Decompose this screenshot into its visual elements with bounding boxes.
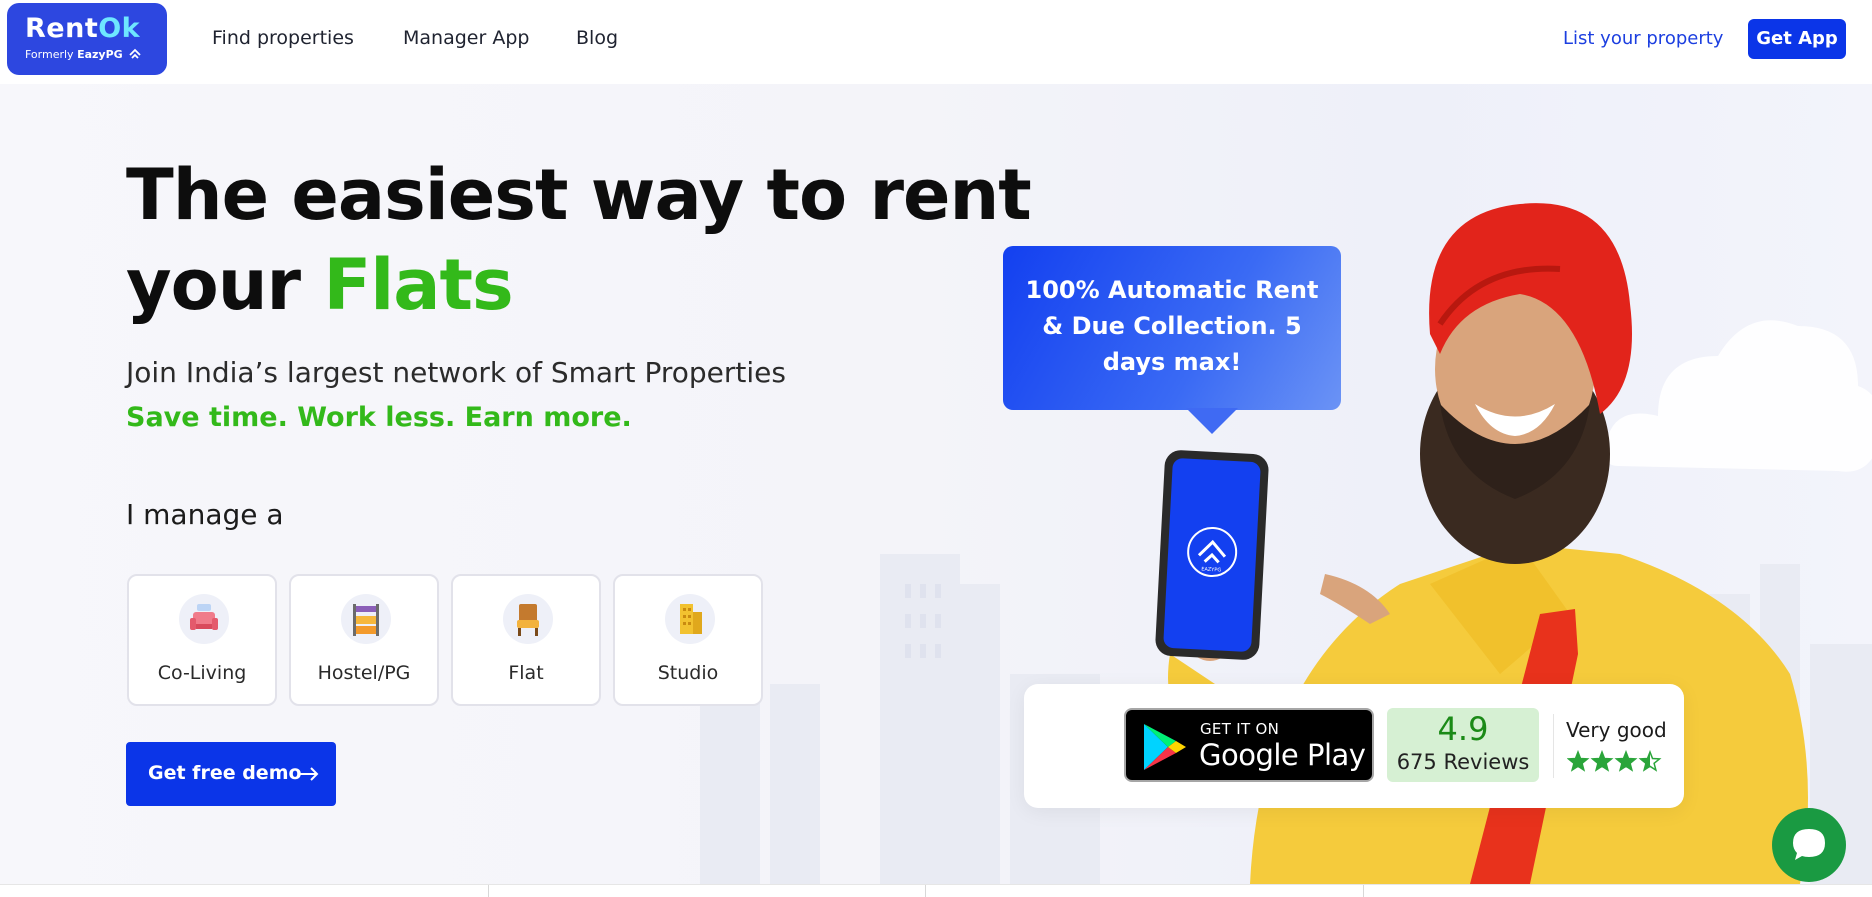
hero-title-line2-prefix: your: [126, 244, 324, 326]
phone-screen: EAZYPG: [1163, 457, 1261, 653]
google-play-icon: [1144, 724, 1186, 770]
bottom-stats-strip: [0, 884, 1872, 897]
star-icon: [1614, 750, 1638, 772]
property-type-flat[interactable]: Flat: [451, 574, 601, 706]
app-rating-card: GET IT ON Google Play 4.9 675 Reviews Ve…: [1024, 684, 1684, 808]
nav-manager-app[interactable]: Manager App: [403, 27, 529, 49]
nav-find-properties[interactable]: Find properties: [212, 27, 354, 49]
star-icon: [1567, 750, 1590, 772]
site-header: RentOk Formerly EazyPG Find properties M…: [0, 0, 1872, 84]
list-your-property-link[interactable]: List your property: [1563, 28, 1723, 49]
chat-bubble-icon: [1793, 829, 1825, 860]
rating-verdict: Very good: [1566, 718, 1667, 742]
property-type-label: Hostel/PG: [317, 662, 411, 684]
hero-tagline: Save time. Work less. Earn more.: [126, 402, 632, 433]
property-type-label: Co-Living: [157, 662, 247, 684]
rating-divider: [1553, 714, 1554, 778]
hero-title: The easiest way to rent your Flats: [126, 150, 1032, 330]
star-icon: [1590, 750, 1614, 772]
demo-button-label: Get free demo: [148, 762, 302, 784]
get-app-button[interactable]: Get App: [1748, 19, 1846, 59]
phone-mockup: EAZYPG: [1154, 449, 1270, 661]
rating-reviews-count: 675 Reviews: [1396, 750, 1530, 774]
logo-wordmark: RentOk: [25, 13, 141, 44]
building-icon: [665, 594, 715, 644]
chair-icon: [503, 594, 553, 644]
strip-divider: [1363, 885, 1364, 897]
store-name-text: Google Play: [1199, 738, 1366, 772]
property-type-co-living[interactable]: Co-Living: [127, 574, 277, 706]
star-icon: [1638, 750, 1662, 772]
promo-speech-bubble: 100% Automatic Rent & Due Collection. 5 …: [1003, 246, 1341, 410]
strip-divider: [488, 885, 489, 897]
promo-bubble-text: 100% Automatic Rent & Due Collection. 5 …: [1025, 276, 1319, 376]
hero-title-line1: The easiest way to rent: [126, 154, 1032, 236]
property-type-studio[interactable]: Studio: [613, 574, 763, 706]
store-small-text: GET IT ON: [1200, 720, 1280, 738]
rentok-logo[interactable]: RentOk Formerly EazyPG: [7, 3, 167, 75]
phone-logo-text: EAZYPG: [1201, 566, 1221, 573]
get-free-demo-button[interactable]: Get free demo: [126, 742, 336, 806]
star-rating-icon: [1567, 750, 1662, 772]
eazypg-app-icon: EAZYPG: [1187, 527, 1238, 578]
rating-score: 4.9: [1437, 710, 1489, 748]
hero-section: The easiest way to rent your Flats Join …: [0, 84, 1872, 884]
google-play-badge[interactable]: GET IT ON Google Play: [1124, 708, 1374, 782]
strip-divider: [925, 885, 926, 897]
bubble-tail: [1186, 408, 1238, 434]
manage-label: I manage a: [126, 498, 284, 531]
rating-score-box: 4.9 675 Reviews: [1387, 708, 1539, 782]
sofa-icon: [179, 594, 229, 644]
logo-formerly-text: Formerly EazyPG: [25, 48, 141, 61]
property-type-hostel-pg[interactable]: Hostel/PG: [289, 574, 439, 706]
chat-support-button[interactable]: [1772, 808, 1846, 882]
bunk-bed-icon: [341, 594, 391, 644]
hero-title-accent: Flats: [323, 244, 513, 326]
property-type-label: Flat: [508, 662, 544, 684]
hero-subtitle: Join India’s largest network of Smart Pr…: [126, 356, 786, 389]
arrow-right-icon: [299, 767, 319, 781]
nav-blog[interactable]: Blog: [576, 27, 618, 49]
property-type-label: Studio: [657, 662, 719, 684]
roof-icon: [129, 48, 141, 59]
